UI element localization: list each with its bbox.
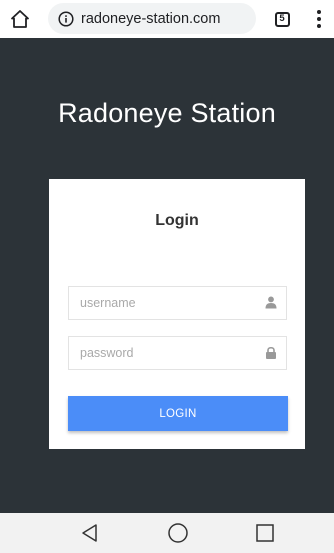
browser-home-button[interactable] [7, 6, 33, 32]
address-bar[interactable]: radoneye-station.com [48, 3, 256, 34]
browser-toolbar: radoneye-station.com 5 [0, 0, 334, 38]
user-icon [265, 296, 277, 309]
recents-button[interactable] [253, 521, 277, 545]
lock-icon [266, 346, 276, 359]
recents-icon [256, 524, 274, 542]
home-icon [11, 10, 29, 28]
home-circle-icon [168, 523, 188, 543]
system-navigation-bar [0, 513, 334, 553]
tab-count: 5 [279, 13, 285, 25]
username-input[interactable] [69, 287, 259, 319]
back-button[interactable] [78, 521, 102, 545]
system-home-button[interactable] [166, 521, 190, 545]
username-field [68, 286, 287, 320]
page-background: Radoneye Station Login LOGIN [0, 38, 334, 513]
password-input[interactable] [69, 337, 259, 369]
page-title: Radoneye Station [58, 98, 276, 128]
menu-dot [317, 24, 321, 28]
login-heading: Login [155, 212, 199, 229]
login-button[interactable]: LOGIN [68, 396, 288, 431]
tab-switcher-button[interactable]: 5 [271, 8, 293, 30]
password-field [68, 336, 287, 370]
back-icon [82, 524, 97, 542]
info-icon[interactable] [58, 10, 74, 27]
url-text: radoneye-station.com [81, 10, 221, 27]
menu-dot [317, 17, 321, 21]
login-card: Login LOGIN [49, 179, 305, 449]
tab-switcher-icon: 5 [274, 11, 290, 27]
overflow-menu-icon[interactable] [310, 7, 328, 31]
menu-dot [317, 10, 321, 14]
